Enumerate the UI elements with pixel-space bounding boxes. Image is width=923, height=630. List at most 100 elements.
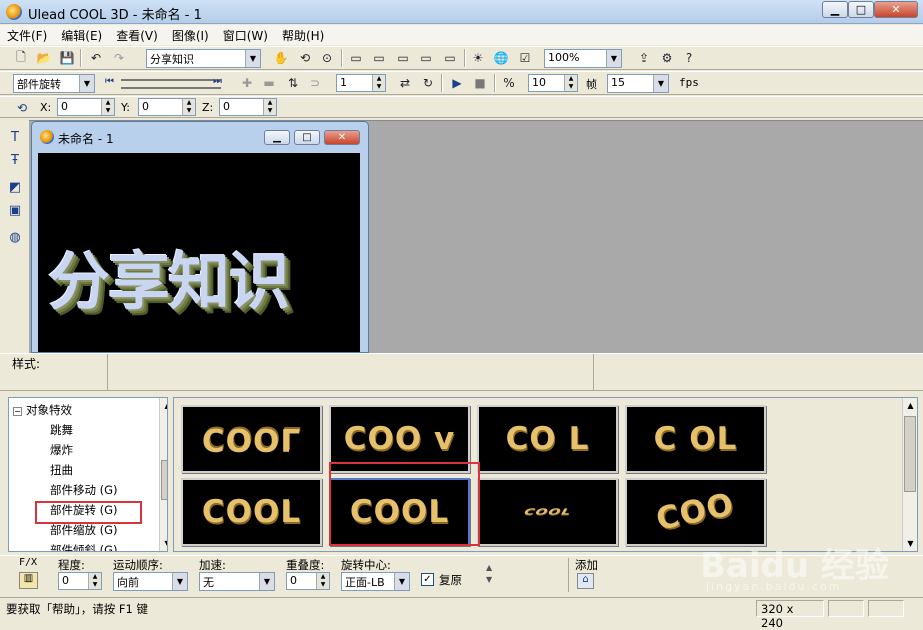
save-icon[interactable]: 💾	[58, 49, 76, 67]
add-keyframe-icon[interactable]: ✚	[238, 74, 256, 92]
x-stepper[interactable]: 0 ▲ ▼	[57, 98, 115, 116]
tree-item[interactable]: 爆炸	[50, 442, 73, 458]
insert-text-icon[interactable]: T	[6, 128, 24, 146]
insert-graphic-icon[interactable]: ◩	[6, 178, 24, 196]
menu-image[interactable]: 图像(I)	[165, 27, 216, 44]
chevron-down-icon[interactable]: ▼	[653, 75, 668, 92]
motion-order-select[interactable]: 向前 ▼	[113, 572, 188, 591]
context-help-icon[interactable]: ?	[680, 49, 698, 67]
thumbnail[interactable]: COO	[625, 478, 766, 546]
accel-select[interactable]: 无 ▼	[199, 572, 275, 591]
view-left-icon[interactable]: ▭	[394, 49, 412, 67]
light-icon[interactable]: ☀	[469, 49, 487, 67]
view-front-icon[interactable]: ▭	[347, 49, 365, 67]
frame-count-stepper[interactable]: 10 ▲ ▼	[528, 74, 578, 92]
view-top-icon[interactable]: ▭	[441, 49, 459, 67]
loop-icon[interactable]: ⇄	[396, 74, 414, 92]
tween-icon[interactable]: %	[500, 74, 518, 92]
y-stepper[interactable]: 0 ▲ ▼	[138, 98, 196, 116]
view-back-icon[interactable]: ▭	[370, 49, 388, 67]
timeline-slider[interactable]: ⏮ ⏭	[105, 76, 225, 92]
scroll-up-icon[interactable]: ▲	[903, 398, 917, 413]
effect-combo[interactable]: 部件旋转 ▼	[13, 74, 95, 93]
loop-keyframe-icon[interactable]: ⊃	[306, 74, 324, 92]
z-stepper[interactable]: 0 ▲ ▼	[219, 98, 277, 116]
chevron-down-icon[interactable]: ▼	[172, 573, 187, 590]
preview-icon[interactable]: ☑	[516, 49, 534, 67]
rotate-object-icon[interactable]: ⟲	[296, 49, 314, 67]
insert-shape-icon[interactable]: ◍	[6, 228, 24, 246]
tree-item[interactable]: 部件倾斜 (G)	[50, 542, 118, 551]
tree-root[interactable]: − 对象特效	[13, 402, 72, 418]
canvas[interactable]: 分享知识	[38, 153, 360, 352]
thumbnail[interactable]: C OL	[625, 405, 766, 473]
add-effect-icon[interactable]: ⌂	[577, 573, 594, 589]
thumbnail[interactable]: COOL	[477, 478, 618, 546]
export-icon[interactable]: ⇪	[635, 49, 653, 67]
thumbnail[interactable]: COOL	[181, 405, 322, 473]
maximize-button[interactable]: □	[848, 1, 874, 18]
tree-item[interactable]: 部件缩放 (G)	[50, 522, 118, 538]
fx-toggle-icon[interactable]: ▥	[19, 572, 38, 589]
undo-icon[interactable]: ↶	[87, 49, 105, 67]
collapse-icon[interactable]: −	[13, 407, 22, 416]
restore-checkbox[interactable]: ✓	[421, 573, 434, 586]
scroll-down-icon[interactable]: ▼	[160, 536, 167, 551]
close-button[interactable]: ✕	[874, 1, 918, 18]
fps-combo[interactable]: 15 ▼	[607, 74, 669, 93]
redo-icon[interactable]: ↷	[110, 49, 128, 67]
scroll-up-icon[interactable]: ▲	[160, 398, 167, 413]
scroll-thumb[interactable]	[904, 416, 916, 492]
doc-close-button[interactable]: ✕	[324, 130, 360, 145]
edit-text-icon[interactable]: Ŧ	[6, 151, 24, 169]
stop-icon[interactable]: ■	[471, 74, 489, 92]
menu-edit[interactable]: 编辑(E)	[54, 27, 109, 44]
tree-item[interactable]: 部件移动 (G)	[50, 482, 118, 498]
doc-minimize-button[interactable]: ▁	[264, 130, 290, 145]
frame-stepper[interactable]: 1 ▲ ▼	[336, 74, 386, 92]
open-folder-icon[interactable]: 📂	[35, 49, 53, 67]
menu-view[interactable]: 查看(V)	[109, 27, 165, 44]
chevron-down-icon[interactable]: ▼	[606, 50, 621, 67]
new-file-icon[interactable]: 🗋	[12, 49, 30, 67]
stepper-arrows-icon[interactable]: ▲ ▼	[101, 99, 114, 115]
stepper-arrows-icon[interactable]: ▲ ▼	[263, 99, 276, 115]
scroll-down-icon[interactable]: ▼	[903, 536, 917, 551]
render-icon[interactable]: ⚙	[658, 49, 676, 67]
remove-keyframe-icon[interactable]: ▬	[260, 74, 278, 92]
view-right-icon[interactable]: ▭	[417, 49, 435, 67]
gallery-scrollbar[interactable]: ▲ ▼	[902, 398, 917, 551]
doc-maximize-button[interactable]: □	[294, 130, 320, 145]
edit-graphic-icon[interactable]: ▣	[6, 201, 24, 219]
chevron-down-icon[interactable]: ▼	[394, 573, 409, 590]
thumbnail[interactable]: CO L	[477, 405, 618, 473]
stepper-arrows-icon[interactable]: ▲ ▼	[88, 573, 101, 589]
stepper-arrows-icon[interactable]: ▲ ▼	[372, 75, 385, 91]
stepper-arrows-icon[interactable]: ▲ ▼	[564, 75, 577, 91]
scroll-arrows-icon[interactable]: ▲ ▼	[486, 562, 492, 586]
scroll-thumb[interactable]	[161, 460, 167, 500]
tree-item[interactable]: 跳舞	[50, 422, 73, 438]
chevron-down-icon[interactable]: ▼	[79, 75, 94, 92]
text-combo[interactable]: 分享知识 ▼	[146, 49, 261, 68]
menu-file[interactable]: 文件(F)	[0, 27, 54, 44]
menu-window[interactable]: 窗口(W)	[216, 27, 275, 44]
degree-stepper[interactable]: 0 ▲ ▼	[58, 572, 102, 590]
play-icon[interactable]: ▶	[448, 74, 466, 92]
chevron-down-icon[interactable]: ▼	[245, 50, 260, 67]
reverse-keyframe-icon[interactable]: ⇅	[284, 74, 302, 92]
rotation-center-select[interactable]: 正面-LB ▼	[341, 572, 410, 591]
canvas-3d-text[interactable]: 分享知识	[48, 231, 290, 321]
zoom-combo[interactable]: 100% ▼	[544, 49, 622, 68]
thumbnail[interactable]: COOL	[181, 478, 322, 546]
zoom-object-icon[interactable]: ⊙	[318, 49, 336, 67]
minimize-button[interactable]: ▁	[822, 1, 848, 18]
stepper-arrows-icon[interactable]: ▲ ▼	[316, 573, 329, 589]
globe-icon[interactable]: 🌐	[492, 49, 510, 67]
tree-item[interactable]: 扭曲	[50, 462, 73, 478]
overlap-stepper[interactable]: 0 ▲ ▼	[286, 572, 330, 590]
refresh-icon[interactable]: ↻	[419, 74, 437, 92]
tree-scrollbar[interactable]: ▲ ▼	[159, 398, 167, 551]
chevron-down-icon[interactable]: ▼	[259, 573, 274, 590]
hand-icon[interactable]: ✋	[272, 49, 290, 67]
